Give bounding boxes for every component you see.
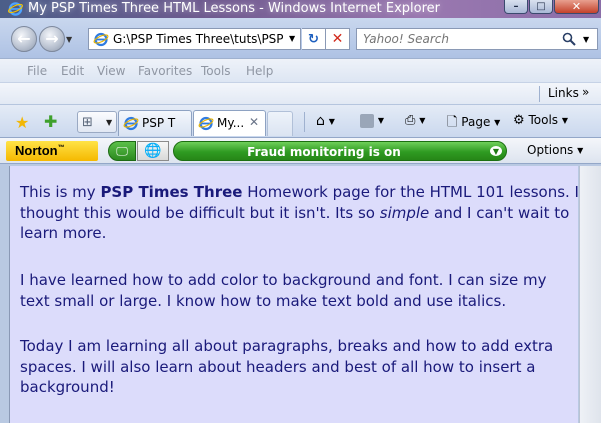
globe-icon: 🌐: [144, 143, 162, 159]
print-dropdown-icon[interactable]: ▼: [419, 116, 425, 125]
feeds-button[interactable]: ▼: [360, 113, 384, 128]
links-separator: [539, 86, 540, 102]
maximize-icon: □: [536, 0, 546, 12]
vertical-scrollbar[interactable]: [579, 166, 601, 423]
close-tab-icon[interactable]: ✕: [249, 115, 259, 129]
quick-tabs-icon: ⊞: [82, 115, 93, 130]
paragraph-intro: This is my PSP Times Three Homework page…: [20, 182, 578, 244]
toolbar-separator: [304, 112, 305, 132]
norton-options-label: Options: [527, 143, 574, 157]
norton-monitor-button[interactable]: 🖵: [108, 141, 136, 161]
tab-my-lessons[interactable]: My... ✕: [193, 110, 266, 136]
address-text[interactable]: G:\PSP Times Three\tuts\PSPX3: [113, 32, 283, 46]
tab-ie-icon: [198, 116, 214, 131]
norton-toolbar: Norton™ 🖵 🌐 Fraud monitoring is on ▼ Opt…: [0, 138, 601, 164]
menu-tools[interactable]: Tools: [201, 64, 231, 78]
fraud-status-text: Fraud monitoring is on: [247, 145, 401, 159]
new-tab-button[interactable]: [267, 111, 293, 136]
quick-tabs-button[interactable]: ⊞ ▼: [77, 111, 117, 133]
forward-button[interactable]: →: [39, 26, 65, 52]
menu-favorites[interactable]: Favorites: [138, 64, 192, 78]
menu-help[interactable]: Help: [246, 64, 273, 78]
menu-view[interactable]: View: [97, 64, 125, 78]
tab-label: PSP Ti...: [142, 116, 176, 130]
window-title: My PSP Times Three HTML Lessons - Window…: [28, 1, 441, 16]
fraud-dropdown-icon[interactable]: ▼: [490, 146, 502, 156]
home-button[interactable]: ⌂ ▼: [316, 113, 335, 129]
page-menu-button[interactable]: 🗋 Page ▼: [447, 113, 500, 135]
close-icon: ✕: [571, 0, 582, 13]
search-icon[interactable]: [562, 32, 576, 46]
print-button[interactable]: ⎙ ▼: [405, 113, 425, 128]
search-box[interactable]: ▼: [356, 28, 598, 50]
tab-psp-times[interactable]: PSP Ti...: [118, 110, 192, 136]
norton-globe-button[interactable]: 🌐: [137, 141, 169, 161]
minimize-button[interactable]: –: [504, 0, 528, 14]
add-to-favorites-icon[interactable]: ✚: [44, 112, 57, 131]
norton-options-button[interactable]: Options ▼: [527, 143, 583, 157]
refresh-button[interactable]: ↻: [302, 28, 326, 50]
page-dropdown-icon: ▼: [494, 118, 501, 127]
tab-ie-icon: [123, 116, 139, 131]
norton-trademark: ™: [57, 144, 65, 152]
address-bar[interactable]: G:\PSP Times Three\tuts\PSPX3 ▼: [88, 28, 301, 50]
intro-text-start: This is my: [20, 183, 101, 201]
internet-explorer-icon: [8, 2, 23, 16]
tab-label: My...: [217, 116, 245, 130]
page-menu-label: Page: [461, 115, 491, 129]
links-toolbar: Links »: [0, 82, 601, 104]
tools-menu-button[interactable]: ⚙ Tools ▼: [513, 113, 568, 128]
rss-feed-icon: [360, 113, 374, 128]
home-dropdown-icon[interactable]: ▼: [329, 117, 335, 126]
feeds-dropdown-icon[interactable]: ▼: [378, 116, 384, 125]
back-arrow-icon: ←: [17, 29, 31, 48]
fraud-monitoring-status[interactable]: Fraud monitoring is on ▼: [173, 141, 507, 161]
menu-file[interactable]: File: [27, 64, 47, 78]
stop-button[interactable]: ✕: [326, 28, 350, 50]
norton-logo-text: Norton: [15, 143, 58, 158]
tab-bar: ★ ✚ ⊞ ▼ PSP Ti... My... ✕ ⌂ ▼ ▼ ⎙ ▼ 🗋 Pa…: [0, 104, 601, 138]
gear-icon: ⚙: [513, 113, 525, 128]
refresh-icon: ↻: [308, 31, 319, 47]
tools-dropdown-icon: ▼: [561, 116, 569, 125]
paragraph-today: Today I am learning all about paragraphs…: [20, 337, 554, 396]
address-dropdown-icon[interactable]: ▼: [289, 34, 295, 43]
back-button[interactable]: ←: [11, 26, 37, 52]
title-bar: My PSP Times Three HTML Lessons - Window…: [0, 0, 601, 18]
paragraph-learned: I have learned how to add color to backg…: [20, 271, 547, 310]
tools-menu-label: Tools: [528, 113, 559, 127]
menu-bar: File Edit View Favorites Tools Help: [0, 58, 601, 82]
page-favicon-icon: [93, 32, 109, 47]
links-chevron-icon[interactable]: »: [582, 85, 589, 99]
search-provider-dropdown-icon[interactable]: ▼: [583, 35, 589, 44]
computer-monitor-icon: 🖵: [116, 143, 128, 158]
favorites-center-icon[interactable]: ★: [15, 113, 29, 132]
home-icon: ⌂: [316, 113, 325, 129]
navigation-bar: ← → ▼ G:\PSP Times Three\tuts\PSPX3 ▼ ↻ …: [0, 18, 601, 58]
site-name-bold: PSP Times Three: [100, 183, 243, 201]
menu-edit[interactable]: Edit: [61, 64, 84, 78]
maximize-button[interactable]: □: [529, 0, 553, 14]
links-button[interactable]: Links: [548, 86, 579, 100]
recent-pages-dropdown[interactable]: ▼: [66, 35, 72, 44]
forward-arrow-icon: →: [45, 29, 59, 48]
close-window-button[interactable]: ✕: [554, 0, 599, 14]
page-icon: 🗋: [447, 115, 458, 130]
options-dropdown-icon: ▼: [577, 146, 584, 155]
tab-list-dropdown-icon[interactable]: ▼: [106, 118, 112, 127]
page-content: This is my PSP Times Three Homework page…: [9, 166, 578, 423]
printer-icon: ⎙: [405, 113, 416, 128]
search-input[interactable]: [363, 32, 563, 46]
minimize-icon: –: [513, 0, 519, 12]
simple-italic: simple: [379, 203, 430, 222]
norton-logo[interactable]: Norton™: [6, 141, 98, 161]
stop-icon: ✕: [331, 31, 344, 47]
